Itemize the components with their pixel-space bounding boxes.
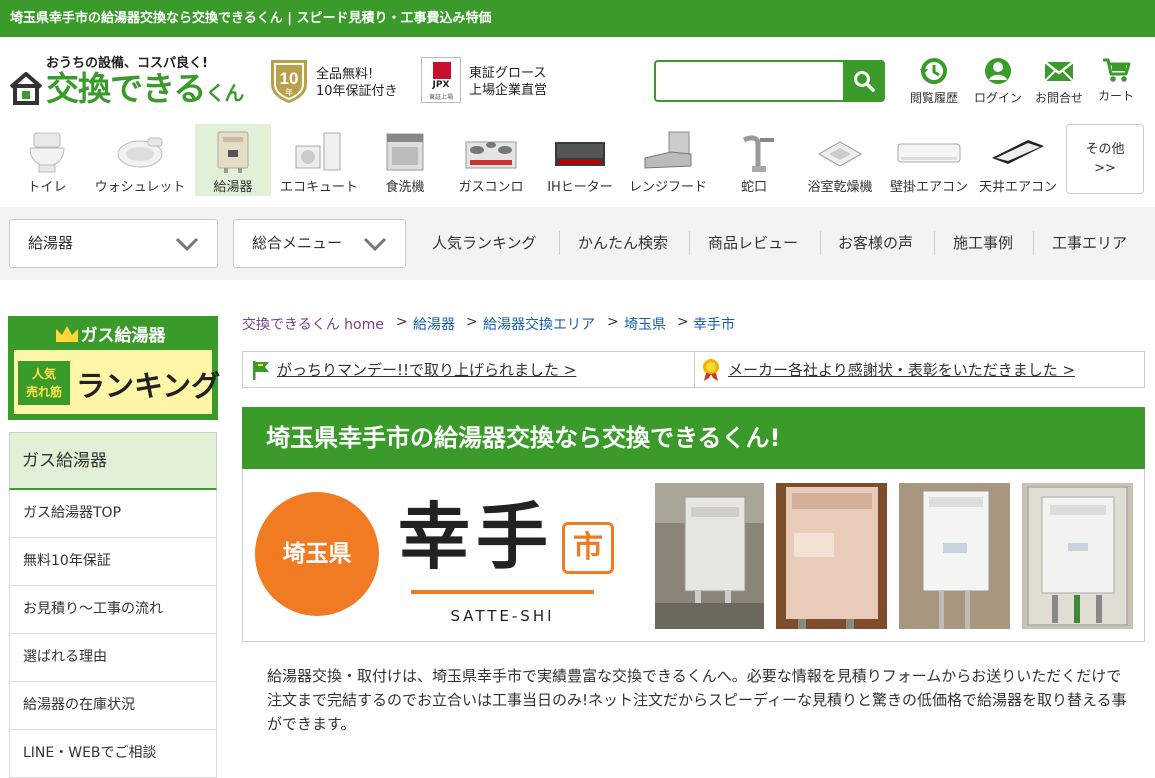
- breadcrumb-home[interactable]: 交換できるくん home: [242, 314, 384, 334]
- award-medal-icon: [703, 359, 719, 381]
- sidebar-item-stock-status[interactable]: 給湯器の在庫状況: [9, 682, 217, 730]
- search-icon: [854, 71, 875, 92]
- breadcrumb-city: 幸手市: [693, 317, 735, 333]
- nav-easy-search[interactable]: かんたん検索: [578, 232, 668, 253]
- category-faucet[interactable]: 蛇口: [725, 124, 783, 196]
- warranty-badge-unit: 年: [285, 87, 293, 97]
- nav-construction-cases[interactable]: 施工事例: [953, 232, 1013, 253]
- product-dropdown[interactable]: 給湯器: [9, 219, 218, 268]
- category-toilet[interactable]: トイレ: [14, 124, 80, 196]
- sidebar-item-free-warranty[interactable]: 無料10年保証: [9, 538, 217, 586]
- category-washlet[interactable]: ウォシュレット: [90, 124, 190, 196]
- water-heater-photo-2: [776, 483, 887, 629]
- chevron-down-icon: [175, 237, 199, 251]
- washlet-icon: [117, 137, 163, 168]
- sidebar-section-title: ガス給湯器: [9, 432, 217, 490]
- house-icon: [9, 72, 43, 105]
- wall-air-conditioner-icon: [897, 143, 961, 163]
- history-icon: [920, 58, 947, 84]
- user-icon: [985, 58, 1011, 84]
- ceiling-air-conditioner-icon: [992, 140, 1044, 164]
- nav-service-area[interactable]: 工事エリア: [1052, 232, 1127, 253]
- hero-title: 埼玉県幸手市の給湯器交換なら交換できるくん!: [242, 407, 1145, 469]
- bathroom-dryer-icon: [817, 141, 863, 167]
- nav-customer-voice[interactable]: お客様の声: [838, 232, 913, 253]
- city-romanized: SATTE-SHI: [450, 607, 555, 625]
- notice-link-tv[interactable]: がっちりマンデー!!で取り上げられました >: [277, 359, 576, 380]
- category-bathroom-dryer[interactable]: 浴室乾燥機: [802, 124, 878, 196]
- dishwasher-icon: [386, 133, 424, 171]
- cart-button[interactable]: カート: [1085, 56, 1147, 108]
- breadcrumb-water-heater[interactable]: 給湯器: [413, 314, 455, 334]
- nav-product-review[interactable]: 商品レビュー: [708, 232, 798, 253]
- sidebar-item-estimate-flow[interactable]: お見積り〜工事の流れ: [9, 586, 217, 634]
- water-heater-photo-1: [655, 483, 764, 629]
- general-menu-dropdown[interactable]: 総合メニュー: [233, 219, 406, 268]
- range-hood-icon: [644, 131, 692, 169]
- prefecture-badge: 埼玉県: [255, 492, 379, 616]
- history-button[interactable]: 閲覧履歴: [903, 56, 965, 108]
- page-top-title: 埼玉県幸手市の給湯器交換なら交換できるくん | スピード見積り・工事費込み特価: [0, 0, 1155, 37]
- city-suffix: 市: [562, 522, 614, 574]
- sidebar-item-line-web-consult[interactable]: LINE・WEBでご相談: [9, 730, 217, 778]
- other-categories-button[interactable]: その他 >>: [1066, 124, 1144, 194]
- eco-cute-icon: [295, 132, 341, 171]
- jpx-logo: JPX 東証上場: [421, 57, 461, 103]
- ih-heater-icon: [555, 142, 605, 166]
- warranty-10-year-badge: 10 年: [271, 60, 307, 103]
- cart-icon: [1103, 58, 1131, 82]
- chevron-down-icon: [363, 237, 387, 251]
- listing-text: 東証グロース 上場企業直営: [469, 66, 548, 98]
- water-heater-icon: [217, 131, 249, 173]
- faucet-icon: [742, 135, 774, 172]
- breadcrumb-prefecture[interactable]: 埼玉県: [624, 314, 666, 334]
- site-logo[interactable]: おうちの設備、コスパ良く! 交換できるくん: [8, 52, 253, 112]
- ranking-banner[interactable]: ガス給湯器 人気 売れ筋 ランキング: [8, 316, 220, 420]
- toilet-icon: [29, 132, 65, 173]
- warranty-text: 全品無料! 10年保証付き: [316, 67, 398, 99]
- category-water-heater[interactable]: 給湯器: [195, 124, 271, 196]
- category-range-hood[interactable]: レンジフード: [626, 124, 710, 196]
- page-description: 給湯器交換・取付けは、埼玉県幸手市で実績豊富な交換できるくんへ。必要な情報を見積…: [267, 667, 1127, 733]
- logo-name: 交換できるくん: [46, 69, 244, 108]
- search-input[interactable]: [654, 60, 844, 102]
- category-eco-cute[interactable]: エコキュート: [277, 124, 361, 196]
- ranking-tag: 人気 売れ筋: [18, 361, 70, 405]
- category-wall-air-conditioner[interactable]: 壁掛エアコン: [885, 124, 973, 196]
- water-heater-photo-4: [1022, 483, 1133, 629]
- category-gas-stove[interactable]: ガスコンロ: [453, 124, 529, 196]
- gas-stove-icon: [465, 141, 517, 169]
- search-button[interactable]: [843, 60, 885, 102]
- mail-icon: [1044, 61, 1074, 82]
- breadcrumb-area[interactable]: 給湯器交換エリア: [483, 314, 595, 334]
- category-ceiling-air-conditioner[interactable]: 天井エアコン: [975, 124, 1061, 196]
- login-button[interactable]: ログイン: [967, 56, 1029, 108]
- warranty-badge-number: 10: [280, 69, 299, 88]
- contact-button[interactable]: お問合せ: [1028, 56, 1090, 108]
- sidebar-item-gas-water-heater-top[interactable]: ガス給湯器TOP: [9, 490, 217, 538]
- category-dishwasher[interactable]: 食洗機: [370, 124, 440, 196]
- flag-icon: [253, 361, 269, 380]
- sidebar-item-reasons[interactable]: 選ばれる理由: [9, 634, 217, 682]
- water-heater-photo-3: [899, 483, 1010, 629]
- notice-link-award[interactable]: メーカー各社より感謝状・表彰をいただきました >: [728, 359, 1075, 380]
- category-ih-heater[interactable]: IHヒーター: [540, 124, 620, 196]
- nav-ranking[interactable]: 人気ランキング: [432, 232, 537, 253]
- city-name: 幸手: [398, 494, 555, 579]
